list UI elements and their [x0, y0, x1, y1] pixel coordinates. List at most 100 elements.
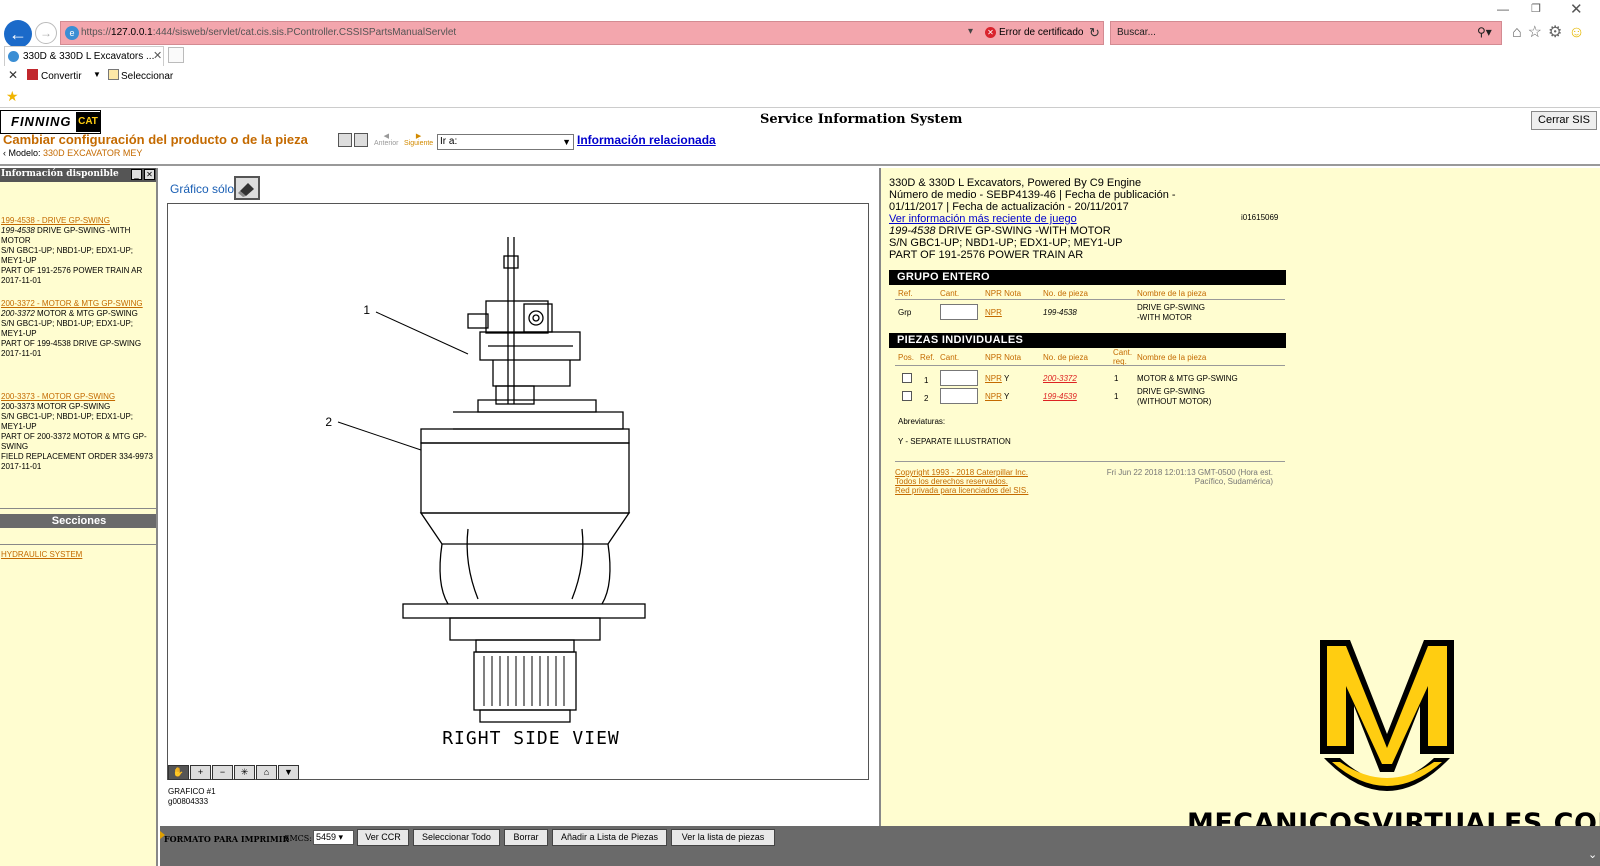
minimize-panel-icon[interactable]: _ [131, 169, 142, 180]
graphic-only-button[interactable] [234, 176, 260, 200]
select-tool-icon[interactable]: ✳ [234, 765, 255, 780]
url-bar[interactable]: e https://127.0.0.1:444/sisweb/servlet/c… [60, 21, 1104, 45]
part-description: 200-3373 MOTOR GP-SWING [1, 402, 111, 411]
close-panel-icon[interactable]: ✕ [144, 169, 155, 180]
view-parts-list-button[interactable]: Ver la lista de piezas [671, 829, 775, 846]
tab-close-icon[interactable]: ✕ [153, 49, 162, 62]
cell-ref: Grp [898, 308, 912, 317]
part-number-link[interactable]: 199-4539 [1043, 392, 1077, 401]
abbreviations-title: Abreviaturas: [898, 417, 946, 426]
settings-gear-icon[interactable]: ⚙ [1548, 24, 1568, 41]
search-icon[interactable]: ⚲▾ [1477, 25, 1492, 39]
url-prefix: https:// [81, 27, 112, 38]
smiley-feedback-icon[interactable]: ☺ [1568, 24, 1590, 41]
window-close-icon[interactable]: ✕ [1570, 0, 1583, 18]
new-tab-button[interactable] [168, 47, 184, 63]
timestamp: Fri Jun 22 2018 12:01:13 GMT-0500 (Hora … [1081, 468, 1273, 486]
print-icon[interactable] [338, 133, 352, 147]
list-item: 200-3372 - MOTOR & MTG GP-SWING 200-3372… [1, 299, 156, 359]
quantity-input[interactable] [940, 304, 978, 320]
graphic-frame[interactable]: 1 2 RIGHT SIDE VIEW [167, 203, 869, 780]
browser-tab[interactable]: 330D & 330D L Excavators ... ✕ [4, 46, 164, 66]
select-button[interactable]: Seleccionar [108, 69, 173, 82]
cell-name: MOTOR & MTG GP-SWING [1137, 374, 1238, 383]
search-box[interactable]: Buscar... ⚲▾ [1110, 21, 1502, 45]
window-minimize-icon[interactable]: — [1497, 2, 1509, 16]
part-link[interactable]: 200-3373 - MOTOR GP-SWING [1, 392, 156, 402]
add-favorite-icon[interactable]: ★ [6, 88, 19, 105]
chevron-down-icon[interactable]: ⌄ [1588, 848, 1597, 861]
npr-link[interactable]: NPR [985, 308, 1002, 318]
part-name-line: -WITH MOTOR [1137, 313, 1192, 322]
refresh-icon[interactable]: ↻ [1089, 25, 1100, 41]
certificate-error[interactable]: ✕ Error de certificado [985, 27, 1083, 38]
quantity-input[interactable] [940, 388, 978, 404]
part-number: 199-4538 [889, 225, 936, 237]
part-link[interactable]: 200-3372 - MOTOR & MTG GP-SWING [1, 299, 156, 309]
copyright-links[interactable]: Copyright 1993 - 2018 Caterpillar Inc. T… [895, 468, 1028, 495]
zoom-out-icon[interactable]: − [212, 765, 233, 780]
close-toolbar-icon[interactable]: ✕ [8, 68, 18, 82]
convert-dropdown-icon[interactable]: ▼ [93, 70, 101, 79]
chevron-down-icon[interactable]: ▼ [278, 765, 299, 780]
zoom-in-icon[interactable]: + [190, 765, 211, 780]
eraser-icon [238, 183, 254, 197]
favorites-star-icon[interactable]: ☆ [1528, 24, 1548, 41]
back-arrow-icon[interactable]: ← [4, 20, 32, 48]
print-format-link[interactable]: FORMATO PARA IMPRIMIR [164, 834, 289, 844]
quantity-input[interactable] [940, 370, 978, 386]
row-checkbox[interactable] [902, 391, 912, 401]
sis-header: FINNING CAT Service Information System C… [0, 108, 1600, 166]
col-header-npr: NPR Nota [985, 353, 1022, 362]
graphic-only-label[interactable]: Gráfico sólo [170, 182, 234, 196]
url-dropdown-icon[interactable]: ▾ [968, 26, 973, 37]
part-link[interactable]: 199-4538 - DRIVE GP-SWING [1, 216, 156, 226]
view-ccr-button[interactable]: Ver CCR [357, 829, 409, 846]
part-number: 199-4538 [1, 226, 35, 235]
goto-select[interactable]: Ir a: ▼ [437, 134, 574, 150]
part-number-link[interactable]: 200-3372 [1043, 374, 1077, 383]
available-info-header: Información disponible _ ✕ [0, 168, 156, 182]
graphic-caption: GRAFICO #1 g00804333 [168, 787, 216, 807]
part-of: PART OF 199-4538 DRIVE GP-SWING 2017-11-… [1, 339, 142, 358]
close-sis-button[interactable]: Cerrar SIS [1531, 111, 1597, 130]
url-text[interactable]: https://127.0.0.1:444/sisweb/servlet/cat… [81, 27, 456, 38]
npr-link[interactable]: NPR [985, 392, 1002, 401]
part-heading: 199-4538 DRIVE GP-SWING -WITH MOTOR [889, 225, 1111, 237]
related-info-link[interactable]: Información relacionada [577, 133, 716, 147]
latest-info-link[interactable]: Ver información más reciente de juego [889, 213, 1077, 225]
section-link-hydraulic[interactable]: HYDRAULIC SYSTEM [1, 550, 82, 559]
smcs-select[interactable]: 5459 ▾ [313, 830, 354, 845]
swing-drive-illustration: 1 2 RIGHT SIDE VIEW [325, 237, 646, 749]
divider [0, 544, 156, 545]
model-line: ‹ Modelo: 330D EXCAVATOR MEY [3, 148, 143, 158]
convert-button[interactable]: Convertir [27, 69, 82, 82]
change-configuration-link[interactable]: Cambiar configuración del producto o de … [3, 132, 308, 147]
goto-select-value: Ir a: [440, 136, 458, 147]
select-all-button[interactable]: Seleccionar Todo [413, 829, 500, 846]
home-view-icon[interactable]: ⌂ [256, 765, 277, 780]
window-restore-icon[interactable]: ❐ [1531, 2, 1541, 15]
previous-button[interactable]: ◀ Anterior [374, 132, 399, 147]
part-number: 200-3372 [1, 309, 35, 318]
npr-link[interactable]: NPR [985, 374, 1002, 383]
col-header-part-no: No. de pieza [1043, 353, 1088, 362]
col-header-pos: Pos. [898, 353, 915, 362]
clear-button[interactable]: Borrar [504, 829, 548, 846]
row-checkbox[interactable] [902, 373, 912, 383]
add-to-parts-list-button[interactable]: Añadir a Lista de Piezas [552, 829, 667, 846]
home-icon[interactable]: ⌂ [1512, 24, 1528, 41]
pan-hand-icon[interactable]: ✋ [168, 765, 189, 780]
cell-part-no: 199-4538 [1043, 308, 1077, 318]
model-value[interactable]: 330D EXCAVATOR MEY [43, 148, 142, 158]
view-label: RIGHT SIDE VIEW [442, 728, 620, 749]
cell-ref: 1 [924, 376, 929, 385]
next-button[interactable]: ▶ Siguiente [404, 132, 433, 147]
parts-info-panel: 330D & 330D L Excavators, Powered By C9 … [879, 168, 1600, 839]
part-description: DRIVE GP-SWING -WITH MOTOR [935, 225, 1111, 237]
individual-parts-header: PIEZAS INDIVIDUALES [889, 333, 1286, 348]
copyright-line: Copyright 1993 - 2018 Caterpillar Inc. [895, 468, 1028, 477]
serial-numbers: S/N GBC1-UP; NBD1-UP; EDX1-UP; MEY1-UP [1, 246, 134, 265]
document-icon[interactable] [354, 133, 368, 147]
forward-arrow-icon[interactable]: → [35, 22, 57, 44]
